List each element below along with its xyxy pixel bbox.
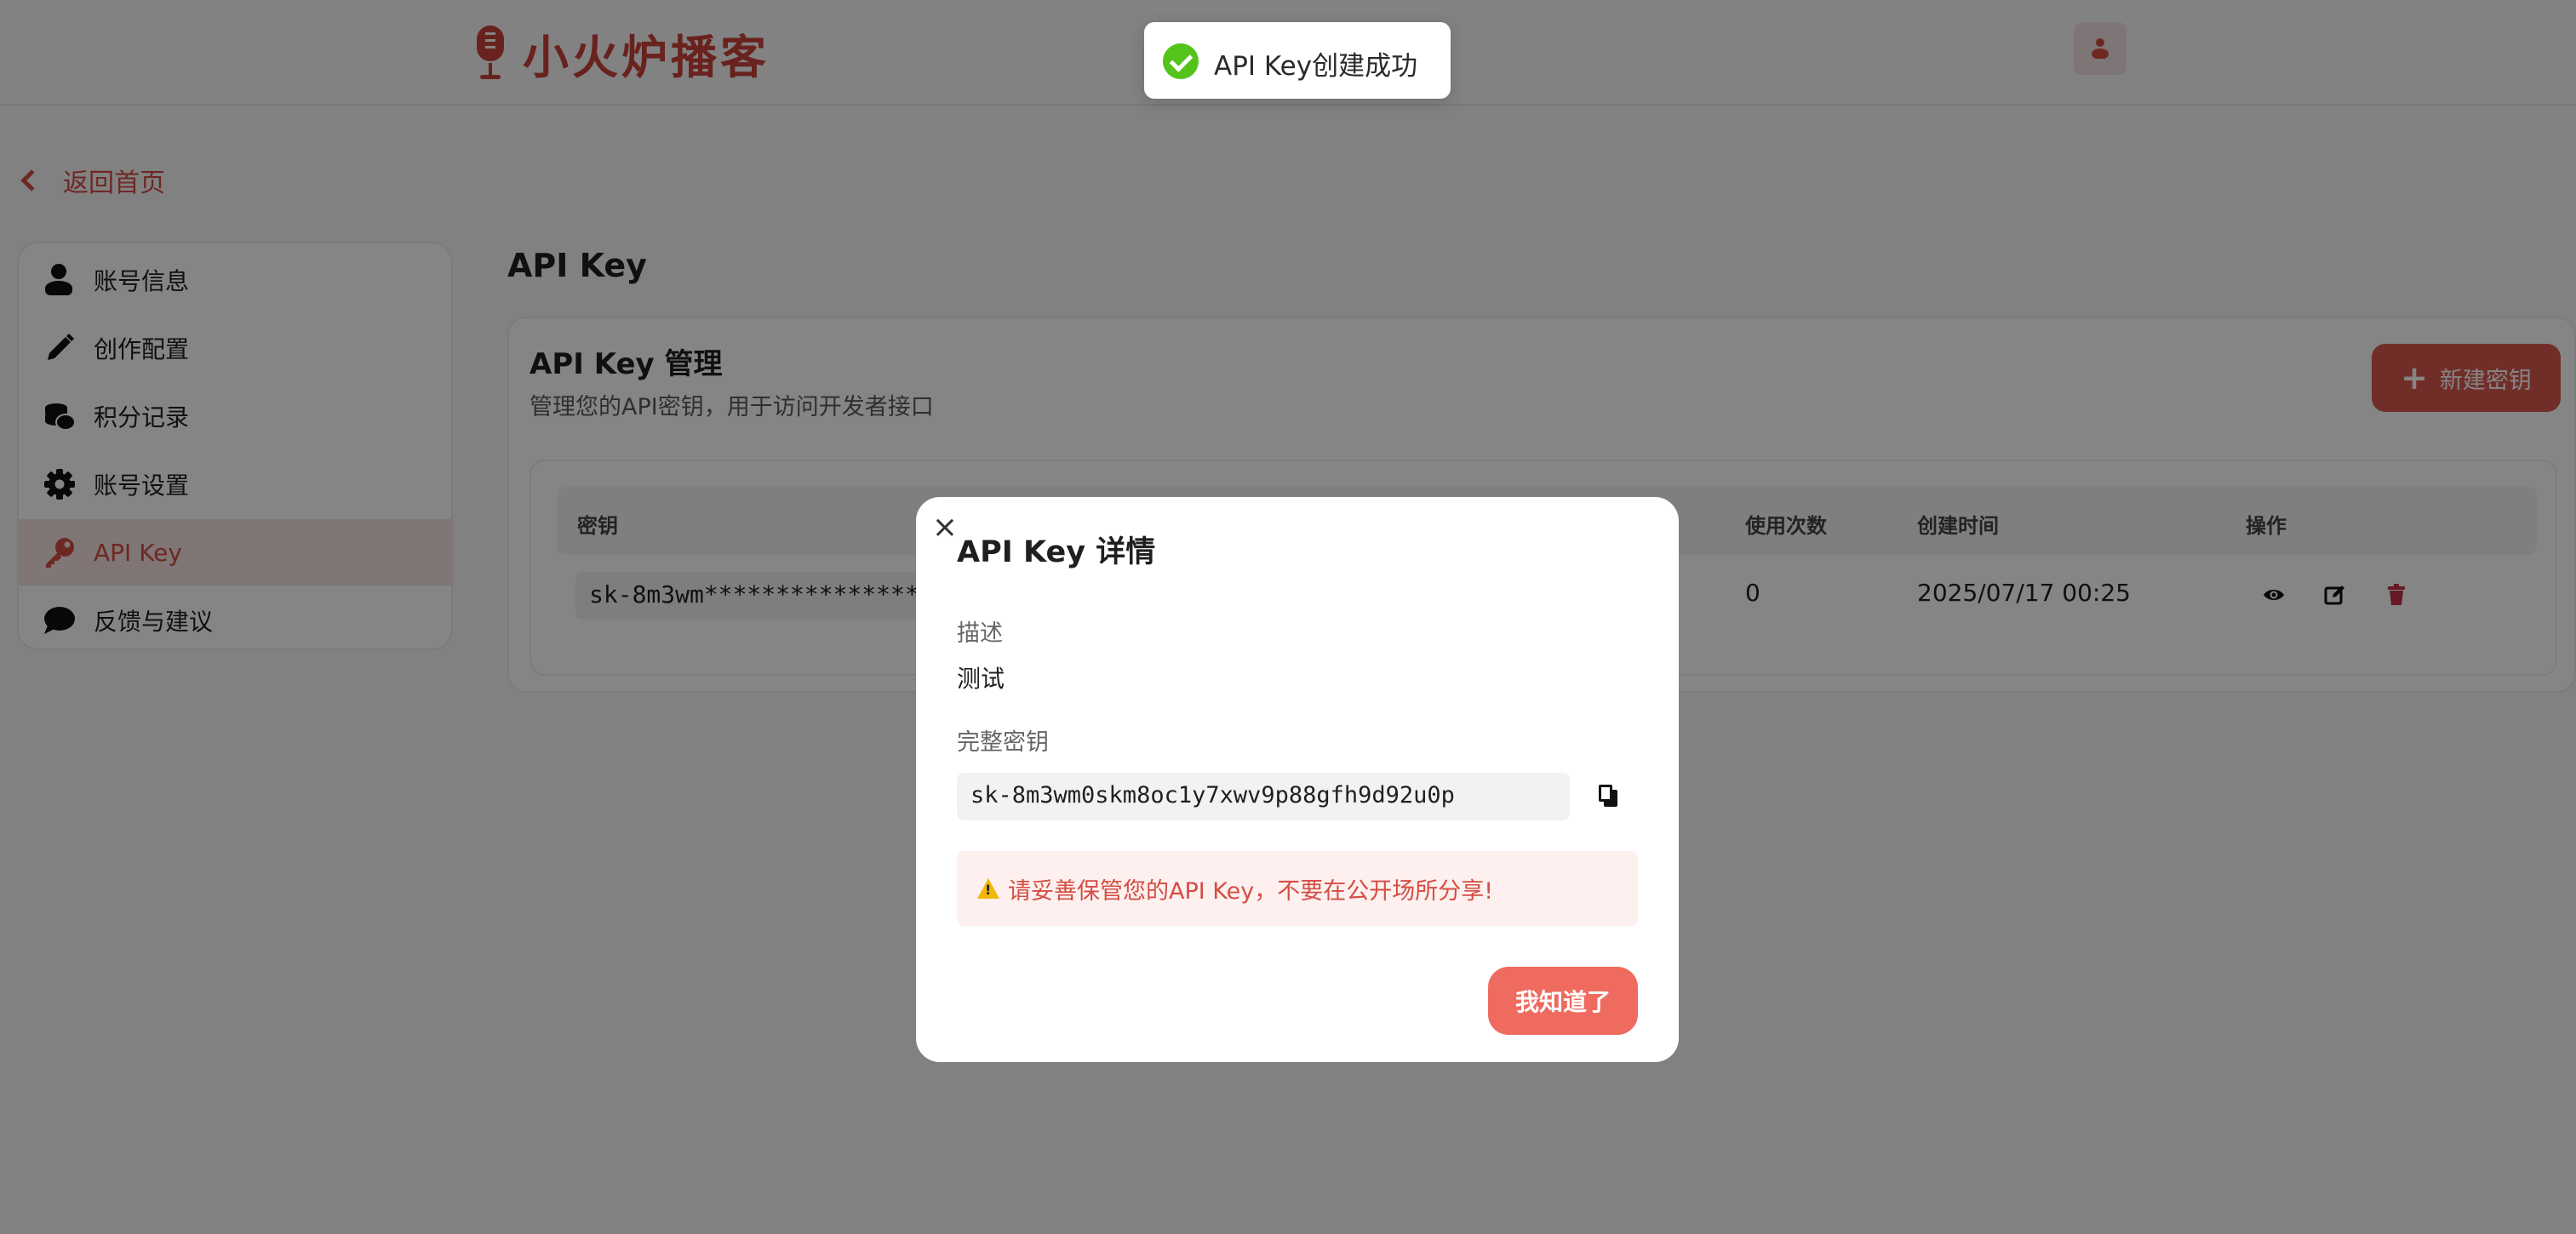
toast-message: API Key创建成功 [1214, 51, 1418, 82]
acknowledge-button[interactable]: 我知道了 [1488, 967, 1638, 1035]
modal-title: API Key 详情 [957, 535, 1156, 569]
close-icon[interactable]: × [930, 512, 960, 543]
full-key-value[interactable]: sk-8m3wm0skm8oc1y7xwv9p88gfh9d92u0p [957, 773, 1570, 820]
description-label: 描述 [957, 620, 1003, 647]
warning-text: 请妥善保管您的API Key，不要在公开场所分享! [1008, 877, 1494, 905]
security-warning: 请妥善保管您的API Key，不要在公开场所分享! [957, 851, 1638, 926]
description-value: 测试 [957, 665, 1005, 693]
api-key-detail-modal: × API Key 详情 描述 测试 完整密钥 sk-8m3wm0skm8oc1… [916, 497, 1679, 1062]
full-key-label: 完整密钥 [957, 729, 1049, 756]
check-circle-icon [1163, 43, 1199, 79]
copy-icon[interactable] [1595, 783, 1623, 810]
success-toast: API Key创建成功 [1144, 22, 1451, 99]
warning-icon [977, 878, 999, 899]
